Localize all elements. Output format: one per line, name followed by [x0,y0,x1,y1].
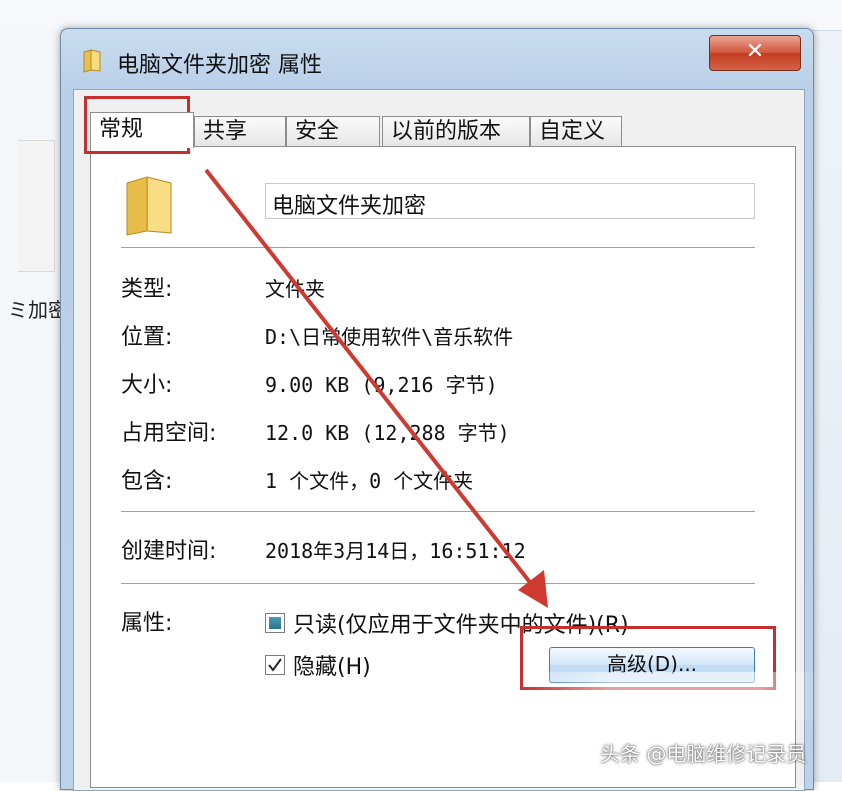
watermark [520,672,820,720]
title-bar[interactable]: 电脑文件夹加密 属性 ✕ [61,29,813,91]
separator [121,247,755,249]
size-value: 9.00 KB (9,216 字节) [265,373,498,397]
created-value: 2018年3月14日，16:51:12 [265,539,526,563]
size-label: 大小: [121,373,173,398]
close-button[interactable]: ✕ [709,35,801,71]
folder-icon [81,49,103,73]
background-folder-label: ミ加密 [8,298,68,322]
background-folder-tile[interactable] [18,140,55,272]
separator [121,511,755,513]
location-label: 位置: [121,325,173,350]
close-icon: ✕ [745,39,765,64]
type-value: 文件夹 [265,277,325,301]
size-on-disk-value: 12.0 KB (12,288 字节) [265,421,510,445]
footer-credit: 头条 @电脑维修记录员 [600,742,807,766]
location-value: D:\日常使用软件\音乐软件 [265,325,514,349]
checkmark-icon [268,658,282,672]
type-label: 类型: [121,277,173,302]
tab-general[interactable]: 常规 [90,112,194,148]
size-on-disk-label: 占用空间: [121,421,217,446]
folder-icon [121,175,177,237]
separator [121,583,755,585]
tab-customize[interactable]: 自定义 [530,116,622,146]
tab-sharing[interactable]: 共享 [194,116,286,146]
background-toolbar [0,0,842,31]
contains-value: 1 个文件，0 个文件夹 [265,469,474,493]
tab-previous-versions[interactable]: 以前的版本 [382,116,530,146]
tab-strip: 常规 共享 安全 以前的版本 自定义 [90,112,790,148]
created-label: 创建时间: [121,539,217,564]
contains-label: 包含: [121,469,173,494]
attributes-label: 属性: [121,611,173,636]
window-title: 电脑文件夹加密 属性 [117,53,322,78]
readonly-checkbox[interactable] [265,613,285,633]
hidden-checkbox[interactable] [265,655,285,675]
tab-security[interactable]: 安全 [286,116,380,146]
hidden-checkbox-label: 隐藏(H) [293,655,371,680]
folder-name-input[interactable]: 电脑文件夹加密 [265,183,755,219]
